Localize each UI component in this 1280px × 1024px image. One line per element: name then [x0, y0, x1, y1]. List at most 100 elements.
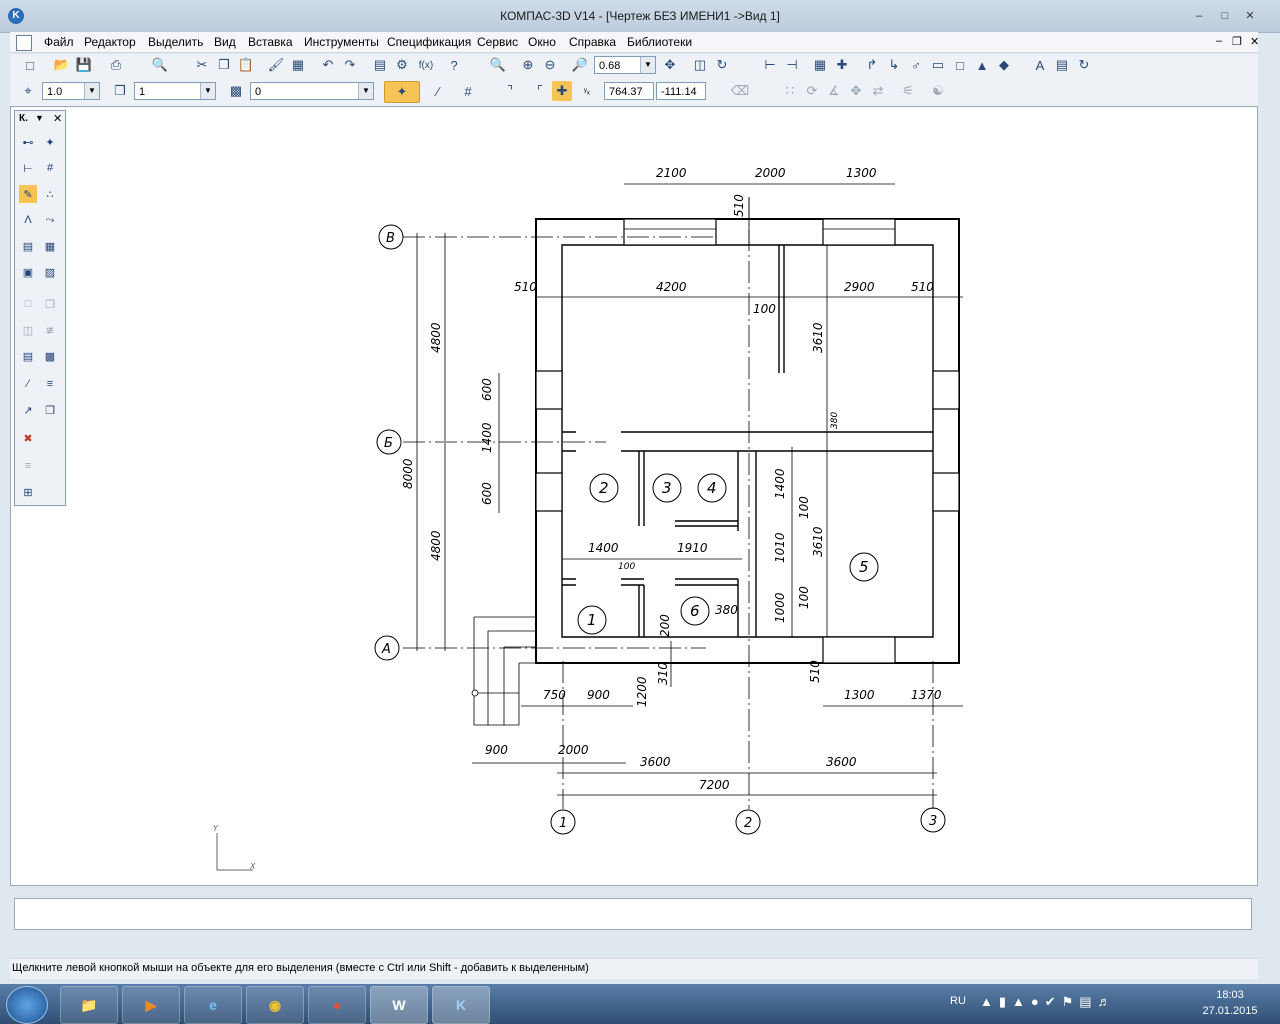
style-combo[interactable]: 0 ▼	[250, 82, 374, 100]
dimension-chain-icon[interactable]: ⊣	[782, 55, 802, 75]
parametric-icon[interactable]: ∴	[41, 185, 59, 203]
layer-combo[interactable]: 1 ▼	[134, 82, 216, 100]
zoom-in-icon[interactable]: ⊕	[518, 55, 538, 75]
dim-tool-icon[interactable]: ↗	[19, 401, 37, 419]
symbol-icon[interactable]: ♂	[906, 55, 926, 75]
tray-icons[interactable]: ▲▮▲●✔⚑▤♬	[980, 994, 1117, 1010]
coord-x-field[interactable]: 764.37	[604, 82, 654, 100]
style-icon[interactable]: ▩	[226, 81, 246, 101]
minimize-icon[interactable]: –	[1192, 10, 1206, 22]
text-icon[interactable]: A	[1030, 55, 1050, 75]
view-icon[interactable]: ▣	[19, 263, 37, 281]
doc-minimize-icon[interactable]: –	[1216, 35, 1222, 47]
round-icon[interactable]: ⌜	[530, 81, 550, 101]
snap-rotate-icon[interactable]: ⟳	[802, 81, 822, 101]
mirror-icon[interactable]: ⚟	[898, 81, 918, 101]
word-taskbar-icon[interactable]: W	[370, 986, 428, 1024]
zoom-scale-icon[interactable]: 🔎	[570, 55, 590, 75]
dimensions-icon[interactable]: ⊢	[19, 159, 37, 177]
menu-help[interactable]: Справка	[569, 35, 616, 49]
clock-time[interactable]: 18:03	[1190, 989, 1270, 1001]
media-player-taskbar-icon[interactable]: ▶	[122, 986, 180, 1024]
property-panel[interactable]	[14, 898, 1252, 930]
format-painter-icon[interactable]: 🖌	[266, 55, 286, 75]
report-icon[interactable]: ▦	[41, 237, 59, 255]
language-indicator[interactable]: RU	[950, 995, 966, 1007]
group-icon[interactable]: ☯	[928, 81, 948, 101]
grid-snap-icon[interactable]: ▦	[810, 55, 830, 75]
snap-magnet-icon[interactable]: ✦	[384, 81, 420, 103]
menu-window[interactable]: Окно	[528, 35, 556, 49]
print-icon[interactable]: ⎙	[106, 55, 126, 75]
layout-icon[interactable]: ▨	[41, 263, 59, 281]
insert-view-icon[interactable]: ✚	[832, 55, 852, 75]
library-icon[interactable]: ⊞	[19, 483, 37, 501]
manager-icon[interactable]: ▤	[370, 55, 390, 75]
sketch-icon[interactable]: □	[19, 295, 37, 313]
chevron-down-icon[interactable]: ▼	[200, 83, 215, 99]
menu-tools[interactable]: Инструменты	[304, 35, 379, 49]
close-icon[interactable]: ✕	[1243, 10, 1257, 22]
edit-icon[interactable]: ✎	[19, 185, 37, 203]
menu-insert[interactable]: Вставка	[248, 35, 293, 49]
snap-center-icon[interactable]: ✥	[846, 81, 866, 101]
point-icon[interactable]: ✦	[41, 133, 59, 151]
layer-icon[interactable]: ❐	[110, 81, 130, 101]
eraser-icon[interactable]: ⌫	[730, 81, 750, 101]
dimension-linear-icon[interactable]: ⊢	[760, 55, 780, 75]
snap-angle-icon[interactable]: ∡	[824, 81, 844, 101]
fragment-icon[interactable]: ❐	[41, 295, 59, 313]
multiline-icon[interactable]: ≡	[41, 375, 59, 393]
chevron-down-icon[interactable]: ▼	[84, 83, 99, 99]
open-icon[interactable]: 📂	[52, 55, 72, 75]
tech-req-icon[interactable]: ▩	[41, 347, 59, 365]
maximize-icon[interactable]: □	[1218, 10, 1232, 22]
insert-fragment-icon[interactable]: ◫	[19, 321, 37, 339]
line-tool-icon[interactable]: ∕	[19, 375, 37, 393]
leader-icon[interactable]: ↱	[862, 55, 882, 75]
chevron-down-icon[interactable]: ▼	[35, 113, 44, 123]
start-button[interactable]	[6, 986, 48, 1024]
menu-file[interactable]: Файл	[44, 35, 74, 49]
zoom-out-icon[interactable]: ⊖	[540, 55, 560, 75]
assoc-view-icon[interactable]: ▤	[19, 347, 37, 365]
paste-icon[interactable]: 📋	[236, 55, 256, 75]
doc-close-icon[interactable]: ✕	[1250, 35, 1259, 48]
base-icon[interactable]: □	[950, 55, 970, 75]
refresh-icon[interactable]: ↻	[712, 55, 732, 75]
chrome-taskbar-icon[interactable]: ◉	[246, 986, 304, 1024]
menu-edit[interactable]: Редактор	[84, 35, 136, 49]
drawing-canvas[interactable]: 2100 2000 1300 510 510 4200 2900 510 100…	[10, 106, 1258, 886]
chevron-down-icon[interactable]: ▼	[640, 57, 655, 73]
variables-icon[interactable]: ⚙	[392, 55, 412, 75]
context-help-icon[interactable]: ?	[444, 55, 464, 75]
local-cs-icon[interactable]: ⌖	[18, 81, 38, 101]
table-icon[interactable]: ▤	[1052, 55, 1072, 75]
preview-icon[interactable]: 🔍	[150, 55, 170, 75]
presentation-taskbar-icon[interactable]: ●	[308, 986, 366, 1024]
marker-icon[interactable]: ◆	[994, 55, 1014, 75]
menu-view[interactable]: Вид	[214, 35, 236, 49]
menu-libraries[interactable]: Библиотеки	[627, 35, 692, 49]
delete-icon[interactable]: ✖	[19, 429, 37, 447]
pan-icon[interactable]: ✥	[660, 55, 680, 75]
ortho-icon[interactable]: ∕	[428, 81, 448, 101]
spec-icon[interactable]: ▤	[19, 237, 37, 255]
position-icon[interactable]: ▲	[972, 55, 992, 75]
cursor-coords-icon[interactable]: ✚	[552, 81, 572, 101]
undo-icon[interactable]: ↶	[318, 55, 338, 75]
geometry-icon[interactable]: ⊷	[19, 133, 37, 151]
clock-date[interactable]: 27.01.2015	[1190, 1005, 1270, 1017]
kompas-taskbar-icon[interactable]: K	[432, 986, 490, 1024]
axes-icon[interactable]: ⌝	[500, 81, 520, 101]
copy-tool-icon[interactable]: ❐	[41, 401, 59, 419]
new-document-icon[interactable]: □	[20, 55, 40, 75]
select-icon[interactable]: ⤳	[41, 211, 59, 229]
attributes-icon[interactable]: ≡	[19, 457, 37, 475]
hatch-icon[interactable]: #	[41, 159, 59, 177]
cut-icon[interactable]: ✂	[192, 55, 212, 75]
ie-taskbar-icon[interactable]: e	[184, 986, 242, 1024]
properties-icon[interactable]: ▦	[288, 55, 308, 75]
snap-points-icon[interactable]: ∷	[780, 81, 800, 101]
explorer-taskbar-icon[interactable]: 📁	[60, 986, 118, 1024]
